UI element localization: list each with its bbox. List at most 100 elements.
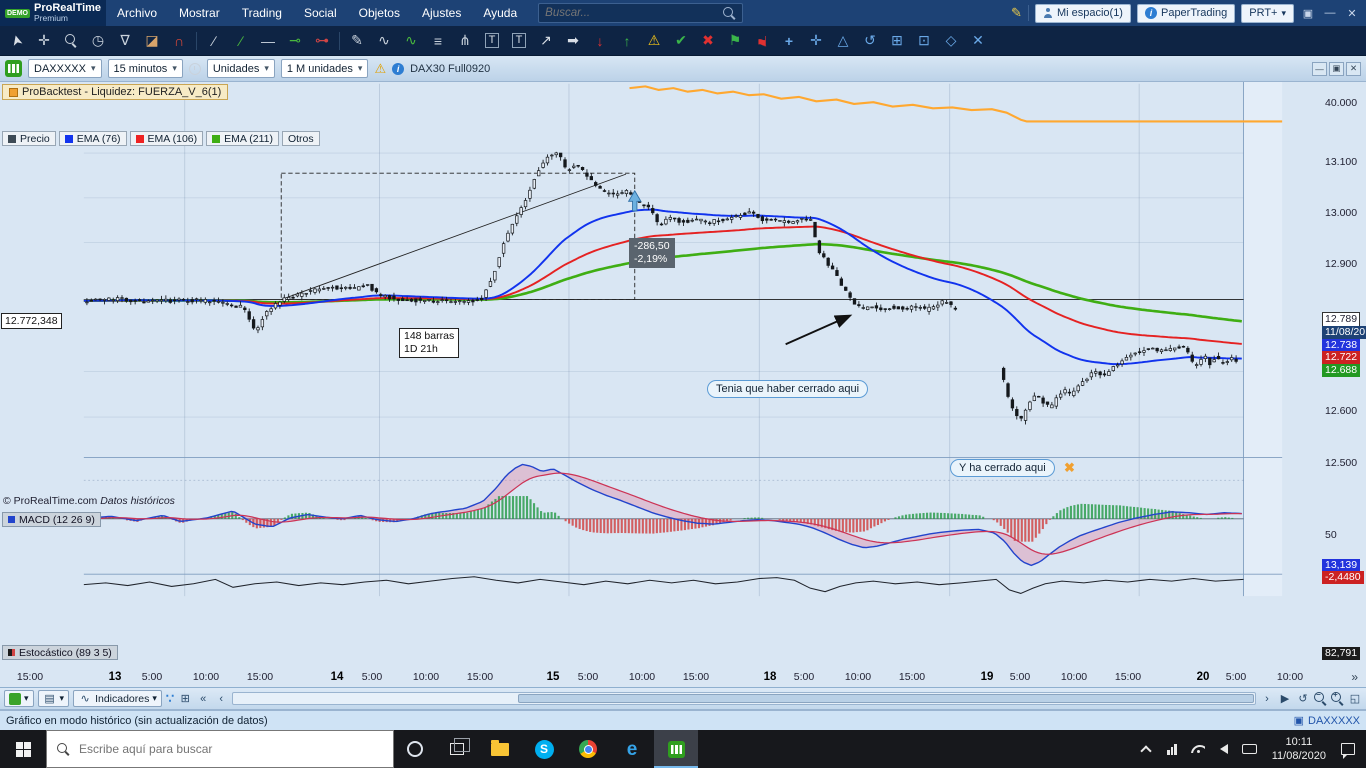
taskbar-clock[interactable]: 10:11 11/08/2020 xyxy=(1263,735,1335,764)
slash-tool-icon[interactable]: ✕ xyxy=(965,29,991,53)
diamond-tool-icon[interactable]: ◇ xyxy=(938,29,964,53)
search-icon[interactable] xyxy=(723,6,736,20)
arrow-down-icon[interactable]: ↓ xyxy=(587,29,613,53)
chrome-button[interactable] xyxy=(566,730,610,768)
rotate-tool-icon[interactable]: ↺ xyxy=(857,29,883,53)
cursor-icon[interactable]: ➤ xyxy=(4,29,30,53)
prorealtime-app-button[interactable] xyxy=(654,730,698,768)
triangle-tool-icon[interactable]: △ xyxy=(830,29,856,53)
legend-ema-106-[interactable]: EMA (106) xyxy=(129,131,204,146)
maximize-icon[interactable]: ▣ xyxy=(1329,61,1344,76)
alarm-icon[interactable]: ◷ xyxy=(85,29,111,53)
hidden-icons-button[interactable] xyxy=(1133,730,1159,768)
plus-tool-icon[interactable]: + xyxy=(776,29,802,53)
file-explorer-button[interactable] xyxy=(478,730,522,768)
notes-icon[interactable]: ✎ xyxy=(1011,5,1022,21)
trendline-tool-icon[interactable]: ⊶ xyxy=(309,29,335,53)
menubar-search[interactable] xyxy=(538,3,744,23)
chart-type-button[interactable]: ▤ ▾ xyxy=(37,690,70,707)
price-line-tag[interactable]: 12.772,348 xyxy=(1,313,62,329)
instrument-select[interactable]: DAXXXXX ▾ xyxy=(28,59,102,78)
time-axis-forward-icon[interactable]: » xyxy=(1351,670,1358,684)
zigzag-icon[interactable]: ∿ xyxy=(371,29,397,53)
action-center-icon[interactable] xyxy=(1335,730,1361,768)
expand-icon[interactable]: ◱ xyxy=(1348,692,1362,705)
warning-icon[interactable]: ⚠ xyxy=(374,61,386,77)
scroll-forward-icon[interactable]: › xyxy=(1260,693,1274,705)
crosshair-icon[interactable]: ✛ xyxy=(31,29,57,53)
play-icon[interactable]: ▶ xyxy=(1278,692,1292,705)
chart-scrollbar[interactable] xyxy=(232,692,1256,705)
amount-select[interactable]: 1 M unidades ▾ xyxy=(280,59,369,78)
my-space-button[interactable]: Mi espacio(1) xyxy=(1034,3,1131,23)
scroll-back-icon[interactable]: ‹ xyxy=(214,693,228,705)
wifi-icon[interactable] xyxy=(1185,730,1211,768)
bars-count-box[interactable]: 148 barras 1D 21h xyxy=(399,328,460,359)
zoom-icon[interactable] xyxy=(58,29,84,53)
eraser-icon[interactable]: ◪ xyxy=(139,29,165,53)
taskbar-search-input[interactable] xyxy=(79,742,383,756)
arrow-up-icon[interactable]: ↑ xyxy=(614,29,640,53)
scroll-start-icon[interactable]: « xyxy=(196,693,210,705)
text-bubble-icon[interactable]: T xyxy=(506,29,532,53)
maximize-icon[interactable]: ▣ xyxy=(1300,7,1316,20)
undo-icon[interactable]: ↺ xyxy=(1296,692,1310,705)
close-marker-icon[interactable]: ✖ xyxy=(1064,460,1075,476)
legend-otros[interactable]: Otros xyxy=(281,131,320,146)
annotation-note[interactable]: Y ha cerrado aqui xyxy=(950,459,1055,477)
zoom-out-icon[interactable]: − xyxy=(1314,690,1327,705)
pencil-tool-icon[interactable]: ✎ xyxy=(344,29,370,53)
measure-result-box[interactable]: -286,50 -2,19% xyxy=(629,238,675,269)
cross-tool-icon[interactable]: ✖ xyxy=(695,29,721,53)
stochastic-panel-label[interactable]: Estocástico (89 3 5) xyxy=(2,645,118,660)
edge-button[interactable]: e xyxy=(610,730,654,768)
magnet-icon[interactable]: ∩ xyxy=(166,29,192,53)
ray-tool-icon[interactable]: ⊸ xyxy=(282,29,308,53)
prt-plus-button[interactable]: PRT+ ▾ xyxy=(1241,3,1294,23)
taskbar-search[interactable] xyxy=(46,730,394,768)
timeframe-select[interactable]: 15 minutos ▾ xyxy=(107,59,183,78)
close-icon[interactable]: ✕ xyxy=(1346,61,1361,76)
volume-icon[interactable] xyxy=(1211,730,1237,768)
target-tool-icon[interactable]: ✛ xyxy=(803,29,829,53)
arrow-ne-icon[interactable]: ↗ xyxy=(533,29,559,53)
minimize-icon[interactable]: — xyxy=(1322,7,1338,19)
minimize-icon[interactable]: — xyxy=(1312,61,1327,76)
price-chart-canvas[interactable] xyxy=(0,82,1366,668)
line-tool-icon[interactable]: ∕ xyxy=(201,29,227,53)
check-tool-icon[interactable]: ✔ xyxy=(668,29,694,53)
papertrading-button[interactable]: i PaperTrading xyxy=(1136,3,1236,23)
menu-archivo[interactable]: Archivo xyxy=(106,0,168,26)
backtest-tab[interactable]: ProBacktest - Liquidez: FUERZA_V_6(1) xyxy=(2,84,229,100)
warning-tool-icon[interactable]: ⚠ xyxy=(641,29,667,53)
keyboard-icon[interactable] xyxy=(1237,730,1263,768)
annotation-note[interactable]: Tenia que haber cerrado aqui xyxy=(707,380,869,398)
scrollbar-thumb[interactable] xyxy=(518,694,1254,703)
cortana-button[interactable] xyxy=(394,730,436,768)
menu-ayuda[interactable]: Ayuda xyxy=(472,0,528,26)
skype-button[interactable]: S xyxy=(522,730,566,768)
legend-ema-76-[interactable]: EMA (76) xyxy=(58,131,127,146)
contract-info-icon[interactable]: i xyxy=(392,62,405,75)
instrument-link[interactable]: ▣ DAXXXXX xyxy=(1294,714,1360,728)
fibonacci-icon[interactable]: ≡ xyxy=(425,29,451,53)
hline-tool-icon[interactable]: — xyxy=(255,29,281,53)
time-axis[interactable]: » 15:00 13 5:00 10:00 15:00 14 5:00 10:00 15:00 1… xyxy=(0,668,1366,688)
demo-menu-button[interactable]: ▾ xyxy=(4,690,34,707)
menu-social[interactable]: Social xyxy=(293,0,348,26)
units-select[interactable]: Unidades ▾ xyxy=(206,59,275,78)
grid2-tool-icon[interactable]: ⊡ xyxy=(911,29,937,53)
overlay-chart-icon[interactable]: ⊞ xyxy=(178,692,192,705)
network-icon[interactable] xyxy=(1159,730,1185,768)
start-button[interactable] xyxy=(0,730,46,768)
grid-tool-icon[interactable]: ⊞ xyxy=(884,29,910,53)
menu-mostrar[interactable]: Mostrar xyxy=(168,0,231,26)
menu-trading[interactable]: Trading xyxy=(231,0,293,26)
zoom-in-icon[interactable]: + xyxy=(1331,690,1344,705)
chart-area[interactable]: ProBacktest - Liquidez: FUERZA_V_6(1) Pr… xyxy=(0,82,1366,668)
macd-panel-label[interactable]: MACD (12 26 9) xyxy=(2,512,101,527)
share-icon[interactable]: ∵ xyxy=(166,691,174,707)
menu-objetos[interactable]: Objetos xyxy=(348,0,411,26)
indicators-button[interactable]: ∿ Indicadores ▾ xyxy=(73,690,162,707)
legend-ema-211-[interactable]: EMA (211) xyxy=(206,131,279,146)
